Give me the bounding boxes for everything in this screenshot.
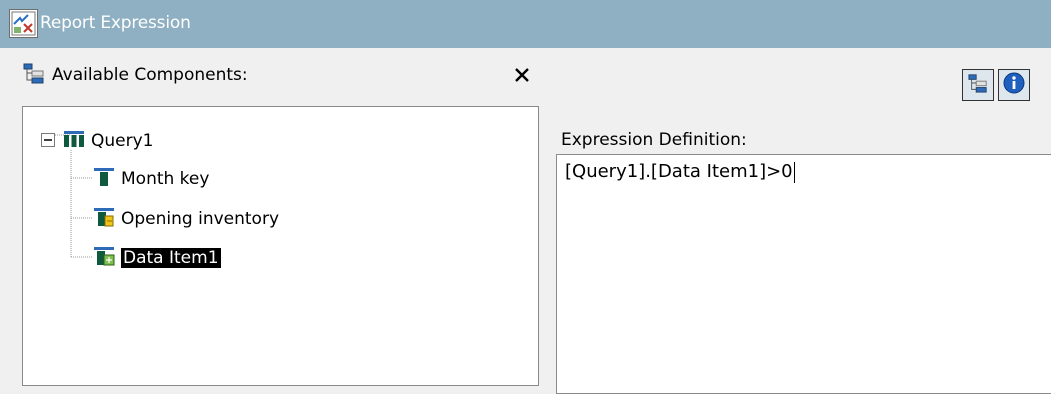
tree-item-opening-inventory[interactable]: Opening inventory (93, 205, 279, 233)
collapse-icon[interactable] (41, 132, 55, 151)
tree-item-month-key[interactable]: Month key (93, 165, 209, 193)
window-title: Report Expression (40, 13, 191, 33)
expression-value: [Query1].[Data Item1]>0 (565, 161, 793, 182)
tree-item-data-item1[interactable]: Data Item1 (93, 244, 221, 272)
close-icon[interactable] (513, 66, 531, 84)
available-components-header: Available Components: (22, 61, 248, 89)
expression-definition-label: Expression Definition: (561, 130, 747, 150)
info-icon (1003, 72, 1025, 98)
expression-definition-editor[interactable]: [Query1].[Data Item1]>0 (556, 154, 1051, 394)
tree-item-label: Query1 (91, 131, 154, 151)
components-tree-icon (22, 62, 46, 88)
title-bar: Report Expression (0, 0, 1051, 48)
available-components-label: Available Components: (52, 65, 248, 85)
components-tree-icon (967, 73, 989, 97)
components-tree[interactable]: Query1 Month key Opening inventory Data … (22, 106, 539, 386)
data-item-icon (93, 166, 115, 192)
measure-item-icon (93, 206, 115, 232)
tree-item-query1[interactable]: Query1 (41, 127, 153, 155)
text-caret (793, 161, 795, 183)
expression-text[interactable]: [Query1].[Data Item1]>0 (565, 161, 795, 183)
query-icon (63, 129, 85, 153)
tree-item-label: Opening inventory (121, 209, 280, 229)
info-button[interactable] (998, 69, 1030, 101)
expression-editor-icon (9, 9, 38, 38)
tree-item-label: Month key (121, 169, 210, 189)
calculated-item-icon (93, 245, 115, 271)
right-toolbar (962, 69, 1034, 101)
components-tree-toggle-button[interactable] (962, 69, 994, 101)
tree-item-label-selected: Data Item1 (121, 248, 221, 268)
